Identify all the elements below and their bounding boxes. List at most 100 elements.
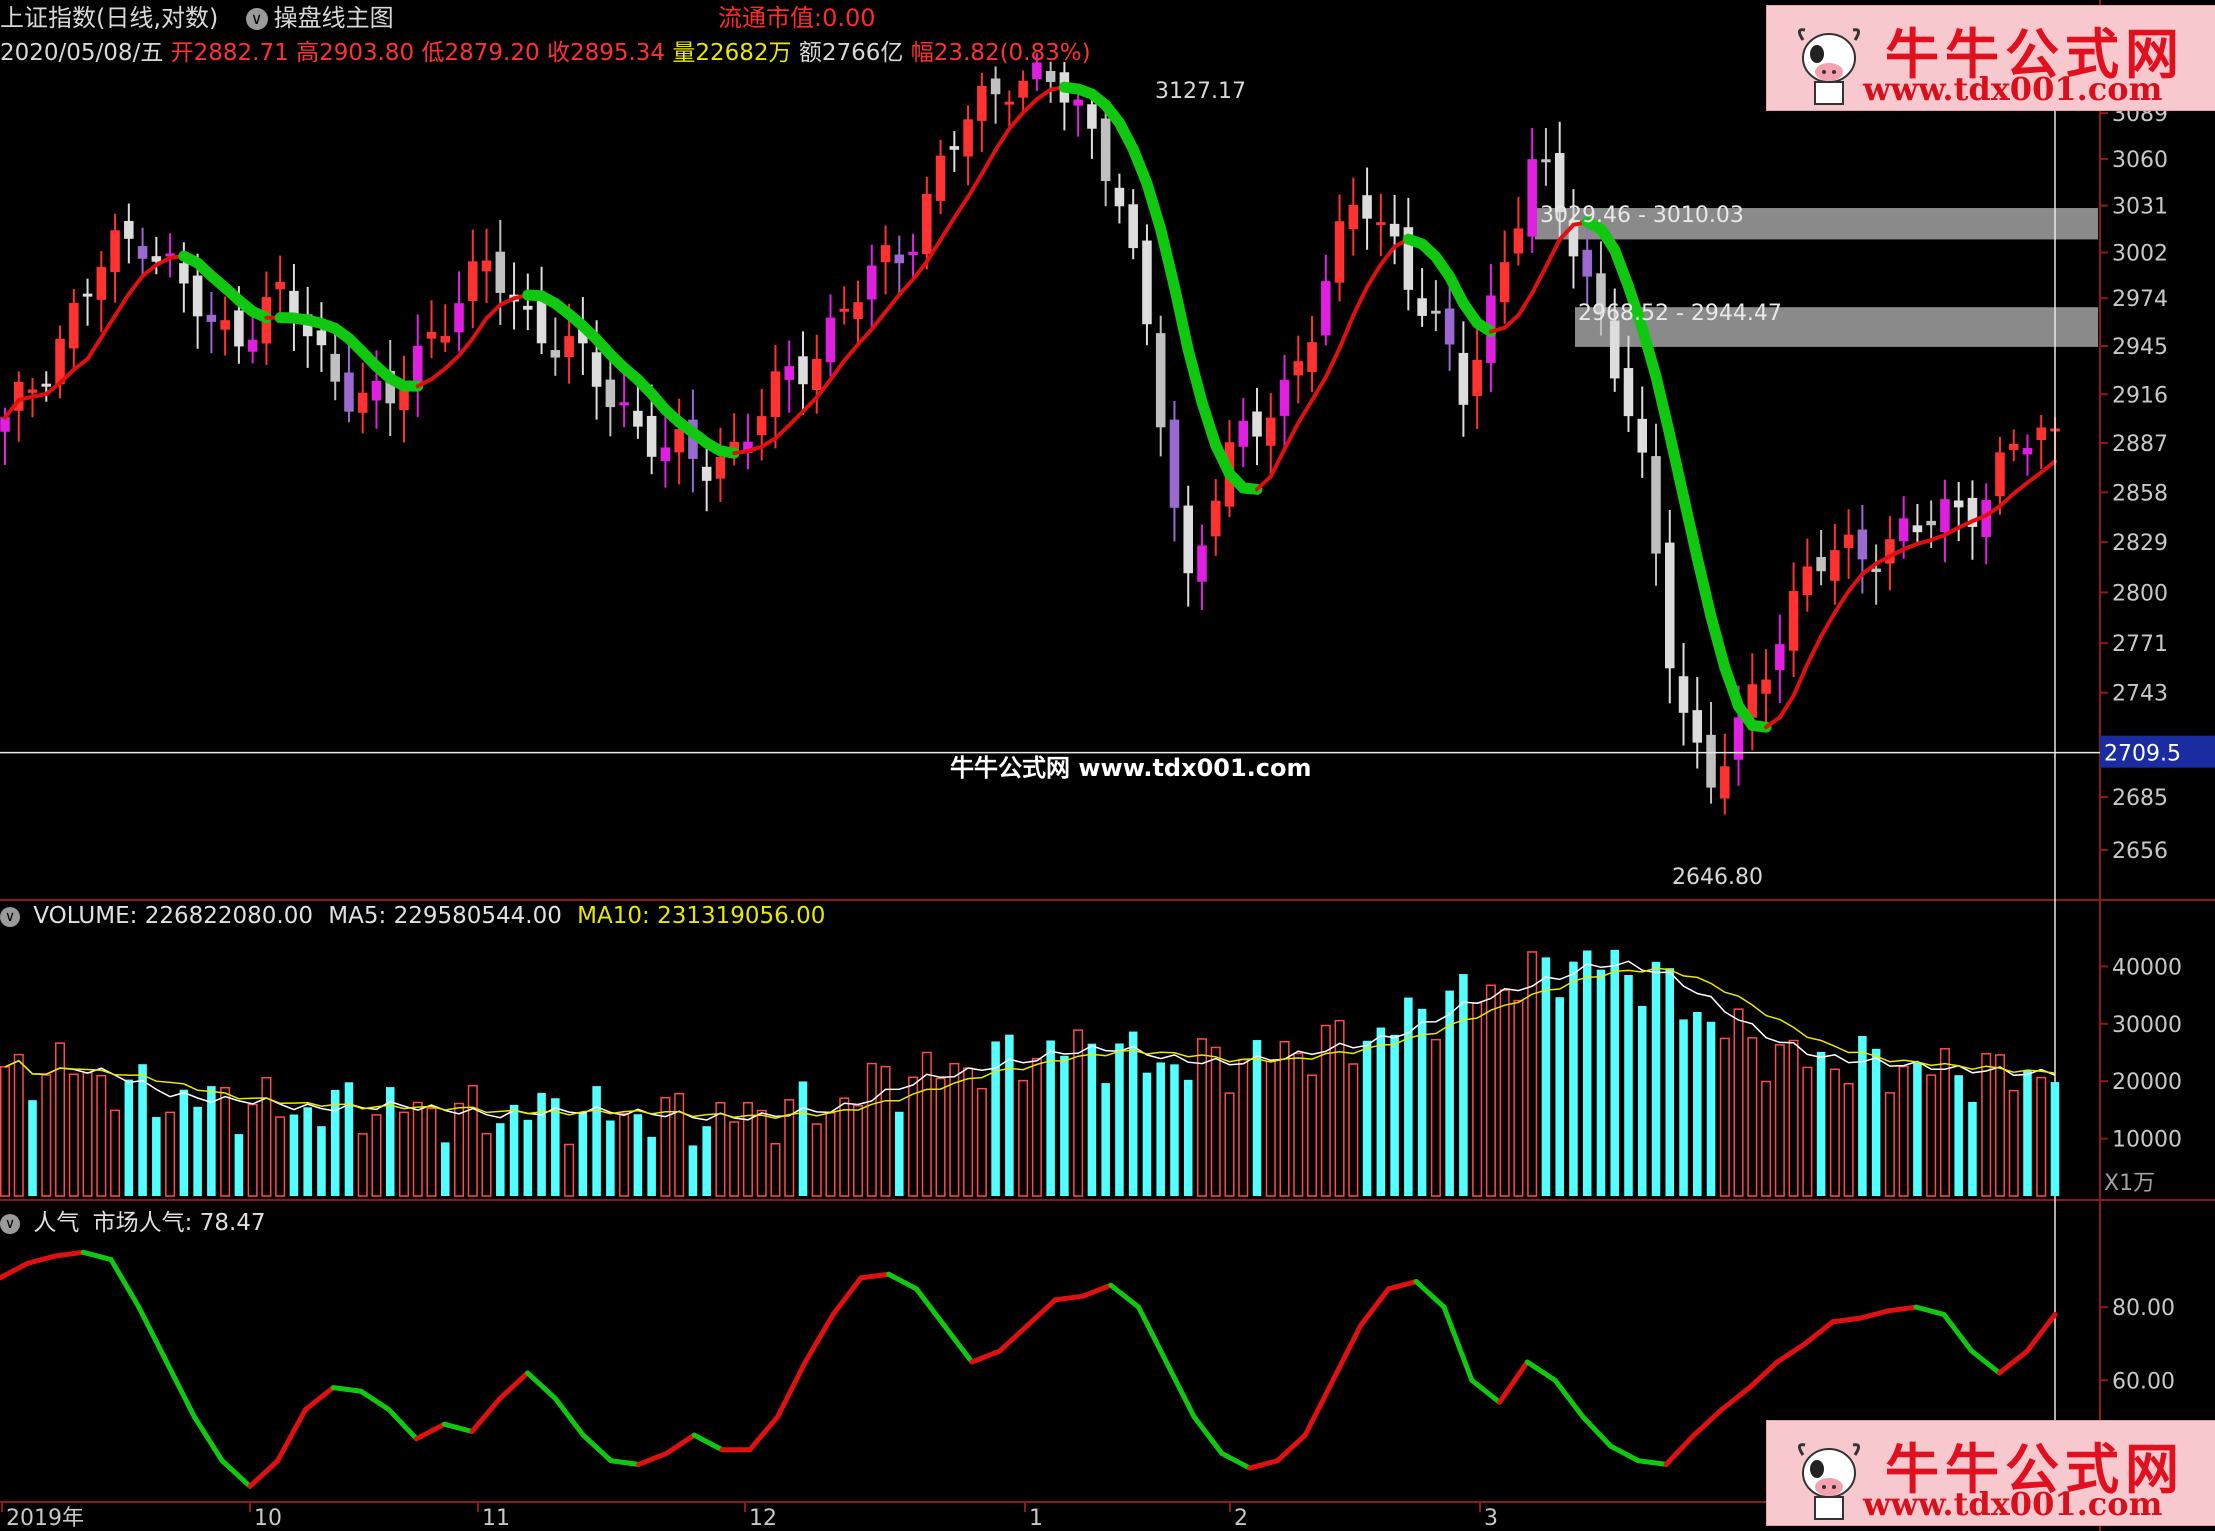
candle-body[interactable] bbox=[1513, 228, 1524, 254]
candle-body[interactable] bbox=[1720, 766, 1730, 799]
candle-body[interactable] bbox=[1912, 525, 1923, 533]
candle-body[interactable] bbox=[1293, 361, 1304, 376]
candle-body[interactable] bbox=[1279, 379, 1290, 416]
candle-body[interactable] bbox=[1692, 710, 1703, 743]
candle-body[interactable] bbox=[784, 366, 794, 380]
candle-body[interactable] bbox=[179, 263, 189, 284]
candle-body[interactable] bbox=[825, 317, 836, 363]
candle-body[interactable] bbox=[591, 352, 602, 387]
candle-body[interactable] bbox=[1142, 240, 1152, 325]
candle-body[interactable] bbox=[1266, 417, 1276, 446]
candle-body[interactable] bbox=[206, 314, 217, 322]
candle-body[interactable] bbox=[867, 265, 877, 300]
candle-body[interactable] bbox=[1169, 419, 1180, 508]
candle-body[interactable] bbox=[839, 308, 850, 312]
candle-body[interactable] bbox=[468, 261, 478, 301]
candle-body[interactable] bbox=[619, 402, 629, 406]
candle-body[interactable] bbox=[330, 353, 340, 382]
candle-body[interactable] bbox=[316, 330, 327, 346]
candle-body[interactable] bbox=[1637, 418, 1648, 453]
candle-body[interactable] bbox=[1018, 80, 1028, 98]
candle-body[interactable] bbox=[220, 320, 230, 330]
candle-body[interactable] bbox=[523, 305, 533, 310]
candle-body[interactable] bbox=[82, 293, 93, 297]
candle-body[interactable] bbox=[96, 266, 107, 300]
candle-body[interactable] bbox=[1802, 566, 1813, 596]
candle-body[interactable] bbox=[1362, 195, 1372, 219]
candle-body[interactable] bbox=[550, 350, 561, 358]
candle-body[interactable] bbox=[1499, 262, 1510, 303]
candle-body[interactable] bbox=[1706, 734, 1716, 788]
candle-body[interactable] bbox=[0, 417, 10, 432]
candle-body[interactable] bbox=[1761, 679, 1771, 694]
candle-body[interactable] bbox=[674, 429, 684, 453]
candle-body[interactable] bbox=[110, 230, 120, 273]
candle-body[interactable] bbox=[1458, 352, 1469, 405]
candle-body[interactable] bbox=[371, 380, 382, 401]
candle-body[interactable] bbox=[1665, 542, 1675, 669]
candle-body[interactable] bbox=[454, 303, 464, 333]
candle-body[interactable] bbox=[660, 447, 671, 462]
candle-body[interactable] bbox=[1100, 118, 1111, 182]
candle-body[interactable] bbox=[357, 392, 368, 413]
candle-body[interactable] bbox=[963, 119, 973, 157]
candle-body[interactable] bbox=[1004, 101, 1015, 105]
candle-body[interactable] bbox=[1898, 518, 1909, 542]
candle-body[interactable] bbox=[908, 251, 918, 256]
candle-body[interactable] bbox=[536, 298, 547, 344]
candle-body[interactable] bbox=[247, 339, 258, 352]
candle-body[interactable] bbox=[1830, 550, 1840, 581]
candle-body[interactable] bbox=[2008, 444, 2019, 450]
candle-body[interactable] bbox=[1045, 70, 1056, 82]
candle-body[interactable] bbox=[1472, 359, 1482, 397]
volume-menu-icon[interactable]: ∨ bbox=[0, 906, 20, 927]
candle-body[interactable] bbox=[1623, 368, 1634, 417]
candle-body[interactable] bbox=[1087, 104, 1097, 129]
candle-body[interactable] bbox=[990, 78, 1001, 95]
candle-body[interactable] bbox=[1651, 456, 1661, 554]
candle-body[interactable] bbox=[1073, 99, 1083, 106]
candle-body[interactable] bbox=[1334, 221, 1345, 283]
candle-body[interactable] bbox=[1444, 308, 1455, 345]
candle-body[interactable] bbox=[124, 220, 134, 239]
candle-body[interactable] bbox=[137, 246, 148, 259]
candle-body[interactable] bbox=[605, 379, 616, 408]
candle-body[interactable] bbox=[1527, 159, 1537, 237]
candle-body[interactable] bbox=[1155, 333, 1166, 428]
formula-name[interactable]: 操盘线主图 bbox=[274, 4, 394, 32]
candle-body[interactable] bbox=[811, 358, 822, 390]
candle-body[interactable] bbox=[1541, 159, 1551, 163]
candle-body[interactable] bbox=[41, 383, 52, 387]
candle-body[interactable] bbox=[1857, 529, 1868, 560]
sentiment-menu-icon[interactable]: ∨ bbox=[0, 1213, 20, 1234]
candle-body[interactable] bbox=[633, 410, 643, 427]
candle-body[interactable] bbox=[1183, 505, 1193, 574]
candle-body[interactable] bbox=[1788, 591, 1799, 651]
candle-body[interactable] bbox=[1995, 452, 2005, 497]
formula-dropdown-icon[interactable]: ∨ bbox=[245, 8, 268, 30]
candle-body[interactable] bbox=[1252, 411, 1262, 437]
candle-body[interactable] bbox=[1238, 420, 1249, 447]
candle-body[interactable] bbox=[426, 331, 437, 339]
candle-body[interactable] bbox=[756, 416, 767, 436]
candle-body[interactable] bbox=[894, 254, 905, 264]
candle-body[interactable] bbox=[1307, 342, 1317, 373]
candle-body[interactable] bbox=[1953, 500, 1964, 508]
candle-body[interactable] bbox=[935, 155, 946, 201]
candle-body[interactable] bbox=[646, 415, 657, 457]
candle-body[interactable] bbox=[1197, 545, 1207, 582]
candle-body[interactable] bbox=[922, 193, 932, 255]
candle-body[interactable] bbox=[2022, 448, 2033, 455]
candle-body[interactable] bbox=[880, 245, 891, 263]
candle-body[interactable] bbox=[27, 389, 38, 393]
candle-body[interactable] bbox=[1114, 187, 1125, 207]
candle-body[interactable] bbox=[770, 371, 781, 418]
candle-body[interactable] bbox=[1775, 644, 1785, 671]
candle-body[interactable] bbox=[1321, 281, 1331, 336]
candle-body[interactable] bbox=[1843, 534, 1854, 548]
candle-body[interactable] bbox=[977, 85, 987, 121]
candle-body[interactable] bbox=[234, 310, 244, 347]
candle-body[interactable] bbox=[1871, 568, 1881, 572]
candle-body[interactable] bbox=[853, 302, 863, 320]
candle-body[interactable] bbox=[1609, 320, 1620, 379]
